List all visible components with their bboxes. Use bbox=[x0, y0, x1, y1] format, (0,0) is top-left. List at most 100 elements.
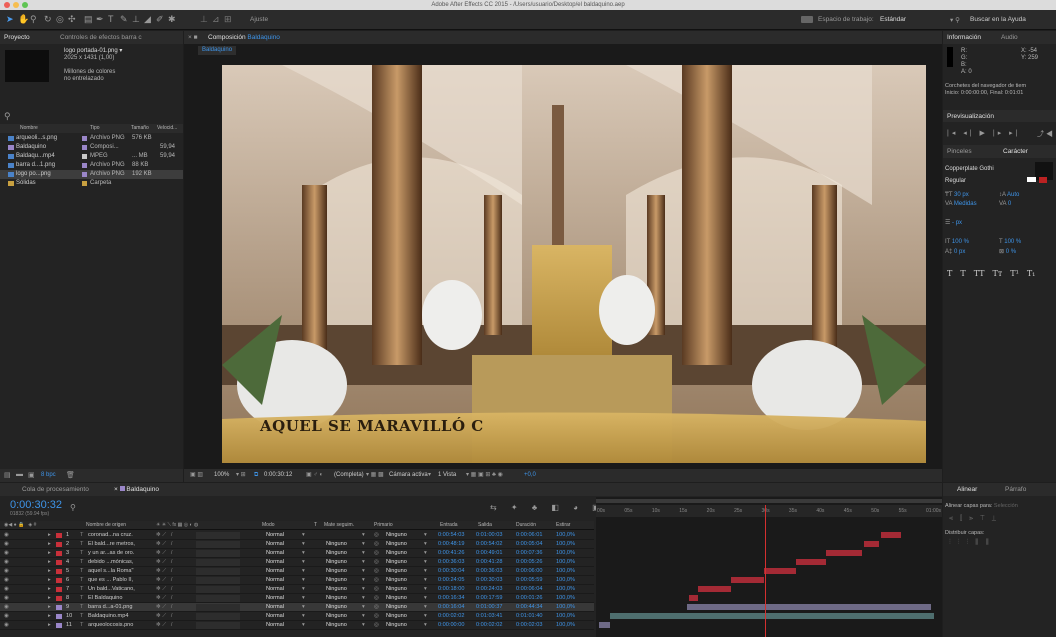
always-preview-icon[interactable]: ▣ ▥ bbox=[190, 469, 203, 482]
parent-dropdown-icon[interactable]: ▾ bbox=[424, 612, 427, 621]
tracking-field[interactable]: VA 0 bbox=[999, 200, 1011, 209]
comp-viewer[interactable]: AQUEL SE MARAVILLÓ C bbox=[222, 65, 926, 463]
project-item[interactable]: logo po...png Archivo PNG 192 KB bbox=[0, 170, 183, 179]
mode-select[interactable]: Normal bbox=[266, 585, 284, 594]
trkmat-dropdown-icon[interactable]: ▾ bbox=[362, 549, 365, 558]
world-axis-icon[interactable]: ⊿ bbox=[212, 14, 220, 25]
eye-icon[interactable]: ◉ bbox=[4, 594, 9, 603]
tab-character[interactable]: Carácter bbox=[1003, 145, 1028, 158]
parent-pickwhip-icon[interactable]: ◎ bbox=[374, 558, 379, 567]
zoom-select[interactable]: 100% bbox=[214, 469, 229, 482]
layer-out[interactable]: 0:00:24:03 bbox=[476, 585, 502, 594]
type-tool-icon[interactable]: T bbox=[108, 14, 114, 24]
layer-out[interactable]: 0:01:00:37 bbox=[476, 603, 502, 612]
parent-select[interactable]: Ninguno bbox=[386, 603, 407, 612]
project-item[interactable]: Baldaqu...mp4 MPEG ... MB 59,94 bbox=[0, 152, 183, 161]
time-ruler[interactable]: 00s05s10s15s20s25s30s35s40s45s50s55s01:0… bbox=[596, 505, 942, 517]
close-tab-icon[interactable]: × ■ bbox=[188, 31, 198, 44]
switch-boxes[interactable] bbox=[196, 568, 240, 575]
tab-preview[interactable]: Previsualización bbox=[947, 110, 994, 123]
parent-pickwhip-icon[interactable]: ◎ bbox=[374, 549, 379, 558]
parent-select[interactable]: Ninguno bbox=[386, 558, 407, 567]
brush-tool-icon[interactable]: ✎ bbox=[120, 14, 128, 25]
text-style-button[interactable]: TT bbox=[974, 269, 985, 278]
tab-paragraph[interactable]: Párrafo bbox=[1005, 483, 1026, 496]
trkmat-select[interactable]: Ninguno bbox=[326, 585, 347, 594]
mode-select[interactable]: Normal bbox=[266, 594, 284, 603]
expand-icon[interactable]: ▸ bbox=[48, 576, 51, 585]
timeline-search-icon[interactable]: ⚲ bbox=[70, 503, 76, 512]
layer-stretch[interactable]: 100,0% bbox=[556, 567, 575, 576]
eye-icon[interactable]: ◉ bbox=[4, 576, 9, 585]
trash-icon[interactable]: 🗑 bbox=[66, 471, 75, 479]
layer-duration[interactable]: 0:00:06:01 bbox=[516, 531, 542, 540]
expand-icon[interactable]: ▸ bbox=[48, 540, 51, 549]
project-search-icon[interactable]: ⚲ bbox=[4, 111, 11, 122]
layer-duration[interactable]: 0:00:44:34 bbox=[516, 603, 542, 612]
col-t[interactable]: T bbox=[314, 521, 317, 530]
resolution-select[interactable]: (Completa) bbox=[334, 469, 364, 482]
layer-stretch[interactable]: 100,0% bbox=[556, 549, 575, 558]
layer-in[interactable]: 0:00:02:02 bbox=[438, 612, 464, 621]
parent-select[interactable]: Ninguno bbox=[386, 549, 407, 558]
layer-out[interactable]: 0:00:36:03 bbox=[476, 567, 502, 576]
layer-switches-icon[interactable]: ✻ ⟋ / bbox=[156, 585, 172, 594]
playhead[interactable] bbox=[764, 505, 766, 637]
parent-select[interactable]: Ninguno bbox=[386, 531, 407, 540]
col-in[interactable]: Entrada bbox=[440, 521, 458, 530]
timeline-timecode[interactable]: 0:00:30:32 bbox=[10, 499, 62, 511]
layer-duration[interactable]: 0:00:07:36 bbox=[516, 549, 542, 558]
parent-pickwhip-icon[interactable]: ◎ bbox=[374, 531, 379, 540]
layer-bar[interactable] bbox=[796, 559, 827, 565]
col-size[interactable]: Tamaño bbox=[131, 124, 149, 133]
tab-project[interactable]: Proyecto bbox=[4, 31, 30, 44]
layer-in[interactable]: 0:00:54:03 bbox=[438, 531, 464, 540]
layer-duration[interactable]: 0:01:01:40 bbox=[516, 612, 542, 621]
new-comp-icon[interactable]: ▣ bbox=[28, 471, 35, 479]
exposure-value[interactable]: +0,0 bbox=[524, 469, 536, 482]
eye-icon[interactable]: ◉ bbox=[4, 585, 9, 594]
selection-tool-icon[interactable]: ➤ bbox=[6, 14, 14, 25]
layer-out[interactable]: 0:01:03:41 bbox=[476, 612, 502, 621]
switch-boxes[interactable] bbox=[196, 622, 240, 629]
layer-duration[interactable]: 0:00:05:26 bbox=[516, 558, 542, 567]
col-type[interactable]: Tipo bbox=[90, 124, 100, 133]
distribute-buttons-icon[interactable]: ⫶⫶⫶⫼⫼ bbox=[949, 539, 996, 547]
axis-icon[interactable]: ⊥ bbox=[200, 14, 208, 25]
layer-duration[interactable]: 0:00:02:03 bbox=[516, 621, 542, 630]
font-family-select[interactable]: Copperplate Gothi bbox=[945, 165, 994, 174]
col-duration[interactable]: Duración bbox=[516, 521, 536, 530]
expand-icon[interactable]: ▸ bbox=[48, 549, 51, 558]
layer-color[interactable] bbox=[56, 623, 62, 628]
expand-icon[interactable]: ▸ bbox=[48, 594, 51, 603]
puppet-tool-icon[interactable]: ✱ bbox=[168, 14, 176, 25]
layer-row[interactable]: ◉ ▸ 2 T El bald...re metros, ✻ ⟋ / Norma… bbox=[0, 540, 594, 549]
leading-field[interactable]: ↕A Auto bbox=[999, 191, 1019, 200]
layer-switches-icon[interactable]: ✻ ⟋ / bbox=[156, 621, 172, 630]
snapshot-icon[interactable]: ⧉ bbox=[254, 469, 258, 482]
layer-bar[interactable] bbox=[686, 604, 931, 610]
camera-snapshot-icon[interactable]: ▣ ♂ ◐ bbox=[306, 469, 323, 482]
eye-icon[interactable]: ◉ bbox=[4, 531, 9, 540]
region-icon[interactable]: ▾ ▦ ▩ bbox=[366, 469, 384, 482]
expand-icon[interactable]: ▸ bbox=[48, 603, 51, 612]
layer-out[interactable]: 0:00:02:02 bbox=[476, 621, 502, 630]
vscale-field[interactable]: IT 100 % bbox=[945, 238, 969, 247]
layer-row[interactable]: ◉ ▸ 10 T Baldaquino.mp4 ✻ ⟋ / Normal ▾ N… bbox=[0, 612, 594, 621]
project-item[interactable]: barra d...1.png Archivo PNG 88 KB bbox=[0, 161, 183, 170]
text-style-button[interactable]: T¹ bbox=[1010, 269, 1019, 278]
parent-dropdown-icon[interactable]: ▾ bbox=[424, 585, 427, 594]
layer-switches-icon[interactable]: ✻ ⟋ / bbox=[156, 549, 172, 558]
layer-in[interactable]: 0:00:00:00 bbox=[438, 621, 464, 630]
layer-bar[interactable] bbox=[689, 595, 698, 601]
layer-color[interactable] bbox=[56, 614, 62, 619]
col-stretch[interactable]: Estirar bbox=[556, 521, 570, 530]
bit-depth-button[interactable]: 8 bpc bbox=[41, 472, 56, 478]
parent-pickwhip-icon[interactable]: ◎ bbox=[374, 612, 379, 621]
layer-in[interactable]: 0:00:16:04 bbox=[438, 603, 464, 612]
parent-pickwhip-icon[interactable]: ◎ bbox=[374, 540, 379, 549]
mode-select[interactable]: Normal bbox=[266, 621, 284, 630]
kerning-field[interactable]: VA Medidas bbox=[945, 200, 977, 209]
align-to-select[interactable]: Selección bbox=[994, 503, 1018, 509]
layer-in[interactable]: 0:00:24:05 bbox=[438, 576, 464, 585]
